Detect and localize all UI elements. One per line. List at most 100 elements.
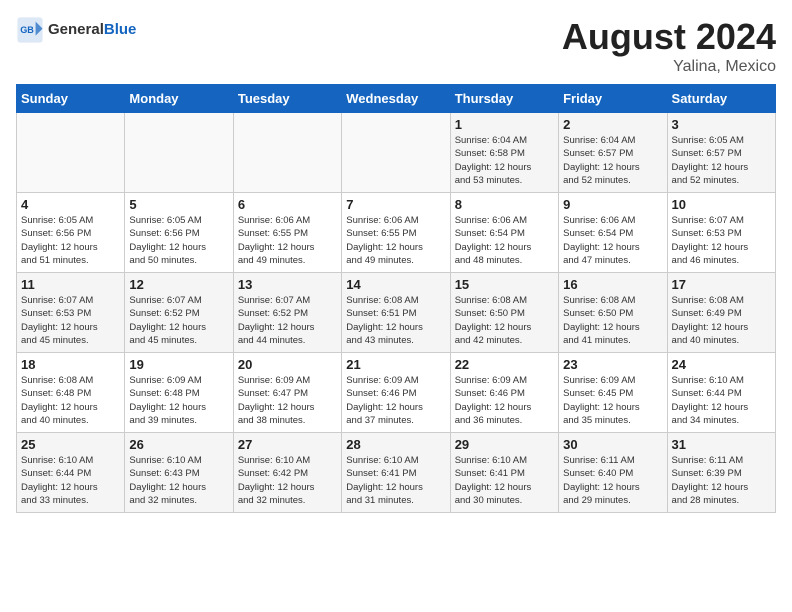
day-info: Sunrise: 6:07 AM Sunset: 6:52 PM Dayligh… xyxy=(129,294,228,347)
page-header: GB GeneralBlue August 2024 Yalina, Mexic… xyxy=(16,16,776,76)
day-info: Sunrise: 6:09 AM Sunset: 6:47 PM Dayligh… xyxy=(238,374,337,427)
day-info: Sunrise: 6:06 AM Sunset: 6:54 PM Dayligh… xyxy=(455,214,554,267)
calendar-cell xyxy=(233,113,341,193)
day-number: 6 xyxy=(238,197,337,212)
day-number: 23 xyxy=(563,357,662,372)
title-block: August 2024 Yalina, Mexico xyxy=(562,16,776,76)
day-info: Sunrise: 6:08 AM Sunset: 6:49 PM Dayligh… xyxy=(672,294,771,347)
day-number: 21 xyxy=(346,357,445,372)
day-info: Sunrise: 6:06 AM Sunset: 6:54 PM Dayligh… xyxy=(563,214,662,267)
day-info: Sunrise: 6:10 AM Sunset: 6:42 PM Dayligh… xyxy=(238,454,337,507)
day-number: 16 xyxy=(563,277,662,292)
day-number: 9 xyxy=(563,197,662,212)
calendar-cell: 19 Sunrise: 6:09 AM Sunset: 6:48 PM Dayli… xyxy=(125,353,233,433)
calendar-cell: 9 Sunrise: 6:06 AM Sunset: 6:54 PM Daylig… xyxy=(559,193,667,273)
calendar-cell: 23 Sunrise: 6:09 AM Sunset: 6:45 PM Dayli… xyxy=(559,353,667,433)
calendar-cell: 16 Sunrise: 6:08 AM Sunset: 6:50 PM Dayli… xyxy=(559,273,667,353)
calendar-cell: 4Sunrise: 6:05 AM Sunset: 6:56 PM Daylig… xyxy=(17,193,125,273)
day-info: Sunrise: 6:11 AM Sunset: 6:40 PM Dayligh… xyxy=(563,454,662,507)
calendar-cell: 21 Sunrise: 6:09 AM Sunset: 6:46 PM Dayli… xyxy=(342,353,450,433)
day-info: Sunrise: 6:08 AM Sunset: 6:51 PM Dayligh… xyxy=(346,294,445,347)
calendar-week-row: 25 Sunrise: 6:10 AM Sunset: 6:44 PM Dayli… xyxy=(17,433,776,513)
calendar-cell: 28 Sunrise: 6:10 AM Sunset: 6:41 PM Dayli… xyxy=(342,433,450,513)
day-number: 14 xyxy=(346,277,445,292)
calendar-cell: 11Sunrise: 6:07 AM Sunset: 6:53 PM Dayli… xyxy=(17,273,125,353)
day-info: Sunrise: 6:05 AM Sunset: 6:56 PM Dayligh… xyxy=(129,214,228,267)
day-number: 27 xyxy=(238,437,337,452)
calendar-cell: 3 Sunrise: 6:05 AM Sunset: 6:57 PM Daylig… xyxy=(667,113,775,193)
day-number: 19 xyxy=(129,357,228,372)
day-info: Sunrise: 6:05 AM Sunset: 6:57 PM Dayligh… xyxy=(672,134,771,187)
calendar-week-row: 18Sunrise: 6:08 AM Sunset: 6:48 PM Dayli… xyxy=(17,353,776,433)
day-info: Sunrise: 6:09 AM Sunset: 6:46 PM Dayligh… xyxy=(346,374,445,427)
calendar-cell: 14 Sunrise: 6:08 AM Sunset: 6:51 PM Dayli… xyxy=(342,273,450,353)
weekday-header-row: SundayMondayTuesdayWednesdayThursdayFrid… xyxy=(17,85,776,113)
day-info: Sunrise: 6:09 AM Sunset: 6:48 PM Dayligh… xyxy=(129,374,228,427)
location: Yalina, Mexico xyxy=(562,58,776,76)
calendar-cell: 22Sunrise: 6:09 AM Sunset: 6:46 PM Dayli… xyxy=(450,353,558,433)
day-number: 30 xyxy=(563,437,662,452)
day-info: Sunrise: 6:10 AM Sunset: 6:41 PM Dayligh… xyxy=(455,454,554,507)
calendar-cell: 27 Sunrise: 6:10 AM Sunset: 6:42 PM Dayli… xyxy=(233,433,341,513)
day-number: 24 xyxy=(672,357,771,372)
day-number: 7 xyxy=(346,197,445,212)
calendar-cell: 31 Sunrise: 6:11 AM Sunset: 6:39 PM Dayli… xyxy=(667,433,775,513)
calendar-cell xyxy=(125,113,233,193)
calendar-cell: 24Sunrise: 6:10 AM Sunset: 6:44 PM Dayli… xyxy=(667,353,775,433)
logo-icon: GB xyxy=(16,16,44,44)
calendar-cell: 1Sunrise: 6:04 AM Sunset: 6:58 PM Daylig… xyxy=(450,113,558,193)
day-info: Sunrise: 6:10 AM Sunset: 6:43 PM Dayligh… xyxy=(129,454,228,507)
day-number: 5 xyxy=(129,197,228,212)
day-info: Sunrise: 6:08 AM Sunset: 6:50 PM Dayligh… xyxy=(563,294,662,347)
day-info: Sunrise: 6:07 AM Sunset: 6:53 PM Dayligh… xyxy=(672,214,771,267)
day-info: Sunrise: 6:11 AM Sunset: 6:39 PM Dayligh… xyxy=(672,454,771,507)
day-info: Sunrise: 6:05 AM Sunset: 6:56 PM Dayligh… xyxy=(21,214,120,267)
calendar-cell: 8Sunrise: 6:06 AM Sunset: 6:54 PM Daylig… xyxy=(450,193,558,273)
calendar-cell: 7Sunrise: 6:06 AM Sunset: 6:55 PM Daylig… xyxy=(342,193,450,273)
calendar-cell: 2 Sunrise: 6:04 AM Sunset: 6:57 PM Daylig… xyxy=(559,113,667,193)
day-number: 1 xyxy=(455,117,554,132)
weekday-header-thursday: Thursday xyxy=(450,85,558,113)
day-number: 12 xyxy=(129,277,228,292)
svg-text:GB: GB xyxy=(20,25,34,35)
day-number: 31 xyxy=(672,437,771,452)
day-info: Sunrise: 6:07 AM Sunset: 6:53 PM Dayligh… xyxy=(21,294,120,347)
day-number: 15 xyxy=(455,277,554,292)
month-year: August 2024 xyxy=(562,16,776,58)
calendar-cell: 5 Sunrise: 6:05 AM Sunset: 6:56 PM Daylig… xyxy=(125,193,233,273)
logo-general: General xyxy=(48,21,104,38)
day-info: Sunrise: 6:09 AM Sunset: 6:45 PM Dayligh… xyxy=(563,374,662,427)
weekday-header-wednesday: Wednesday xyxy=(342,85,450,113)
day-number: 3 xyxy=(672,117,771,132)
weekday-header-friday: Friday xyxy=(559,85,667,113)
day-info: Sunrise: 6:08 AM Sunset: 6:50 PM Dayligh… xyxy=(455,294,554,347)
day-number: 29 xyxy=(455,437,554,452)
weekday-header-saturday: Saturday xyxy=(667,85,775,113)
calendar-week-row: 1Sunrise: 6:04 AM Sunset: 6:58 PM Daylig… xyxy=(17,113,776,193)
calendar-cell: 13Sunrise: 6:07 AM Sunset: 6:52 PM Dayli… xyxy=(233,273,341,353)
calendar-cell: 12 Sunrise: 6:07 AM Sunset: 6:52 PM Dayli… xyxy=(125,273,233,353)
calendar-cell xyxy=(342,113,450,193)
day-info: Sunrise: 6:08 AM Sunset: 6:48 PM Dayligh… xyxy=(21,374,120,427)
day-info: Sunrise: 6:06 AM Sunset: 6:55 PM Dayligh… xyxy=(238,214,337,267)
day-number: 20 xyxy=(238,357,337,372)
calendar-cell: 18Sunrise: 6:08 AM Sunset: 6:48 PM Dayli… xyxy=(17,353,125,433)
day-number: 28 xyxy=(346,437,445,452)
calendar-cell xyxy=(17,113,125,193)
calendar-cell: 10Sunrise: 6:07 AM Sunset: 6:53 PM Dayli… xyxy=(667,193,775,273)
day-info: Sunrise: 6:10 AM Sunset: 6:41 PM Dayligh… xyxy=(346,454,445,507)
day-info: Sunrise: 6:04 AM Sunset: 6:57 PM Dayligh… xyxy=(563,134,662,187)
weekday-header-sunday: Sunday xyxy=(17,85,125,113)
calendar-table: SundayMondayTuesdayWednesdayThursdayFrid… xyxy=(16,84,776,513)
calendar-cell: 30 Sunrise: 6:11 AM Sunset: 6:40 PM Dayli… xyxy=(559,433,667,513)
day-number: 2 xyxy=(563,117,662,132)
day-number: 22 xyxy=(455,357,554,372)
calendar-cell: 26 Sunrise: 6:10 AM Sunset: 6:43 PM Dayli… xyxy=(125,433,233,513)
calendar-week-row: 4Sunrise: 6:05 AM Sunset: 6:56 PM Daylig… xyxy=(17,193,776,273)
day-number: 25 xyxy=(21,437,120,452)
logo: GB GeneralBlue xyxy=(16,16,136,44)
day-info: Sunrise: 6:10 AM Sunset: 6:44 PM Dayligh… xyxy=(21,454,120,507)
calendar-cell: 6 Sunrise: 6:06 AM Sunset: 6:55 PM Daylig… xyxy=(233,193,341,273)
day-number: 26 xyxy=(129,437,228,452)
calendar-cell: 15 Sunrise: 6:08 AM Sunset: 6:50 PM Dayli… xyxy=(450,273,558,353)
